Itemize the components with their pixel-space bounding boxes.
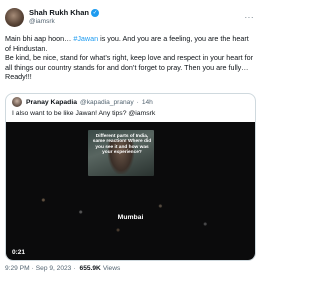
video-crowd-lights [6, 182, 255, 242]
verified-badge-icon: ✓ [91, 8, 100, 17]
quoted-tweet[interactable]: Pranay Kapadia @kapadia_pranay · 14h I a… [5, 93, 256, 261]
video-overlay-text: Different parts of India, same reaction!… [92, 134, 152, 156]
quoted-age: 14h [141, 98, 153, 106]
footer-separator-1: · [31, 265, 34, 272]
hashtag-link[interactable]: #Jawan [73, 34, 98, 43]
views-count[interactable]: 655.9K [80, 265, 101, 272]
tweet-text: Main bhi aap hoon… #Jawan is you. And yo… [5, 34, 256, 82]
more-options-icon[interactable]: ··· [245, 13, 255, 22]
tweet-text-part-1: Main bhi aap hoon… [5, 34, 74, 43]
tweet-date[interactable]: Sep 9, 2023 [36, 265, 72, 272]
quoted-avatar [12, 97, 22, 107]
quoted-handle: @kapadia_pranay [80, 98, 134, 106]
quoted-text: I also want to be like Jawan! Any tips? … [12, 110, 156, 117]
author-display-name[interactable]: Shah Rukh Khan [29, 8, 89, 17]
author-avatar[interactable] [5, 7, 24, 27]
quoted-header: Pranay Kapadia @kapadia_pranay · 14h [6, 94, 255, 107]
author-names: Shah Rukh Khan ✓ @iamsrk [29, 8, 100, 26]
quoted-display-name: Pranay Kapadia [26, 98, 77, 106]
tweet-time[interactable]: 9:29 PM [5, 265, 30, 272]
tweet-header: Shah Rukh Khan ✓ @iamsrk ··· [5, 4, 256, 30]
video-player[interactable]: Different parts of India, same reaction!… [6, 122, 255, 260]
quoted-separator: · [136, 98, 139, 106]
tweet-paragraph-1: Main bhi aap hoon… #Jawan is you. And yo… [5, 34, 254, 53]
video-location-label: Mumbai [117, 214, 144, 221]
footer-separator-2: · [73, 265, 76, 272]
author-handle[interactable]: @iamsrk [29, 17, 99, 26]
tweet-footer: 9:29 PM · Sep 9, 2023 · 655.9K Views [5, 265, 120, 272]
tweet-paragraph-2: Be kind, be nice, stand for what’s right… [5, 53, 253, 82]
views-label: Views [102, 265, 121, 272]
author-name-row: Shah Rukh Khan ✓ [29, 8, 100, 17]
video-duration: 0:21 [12, 249, 26, 256]
